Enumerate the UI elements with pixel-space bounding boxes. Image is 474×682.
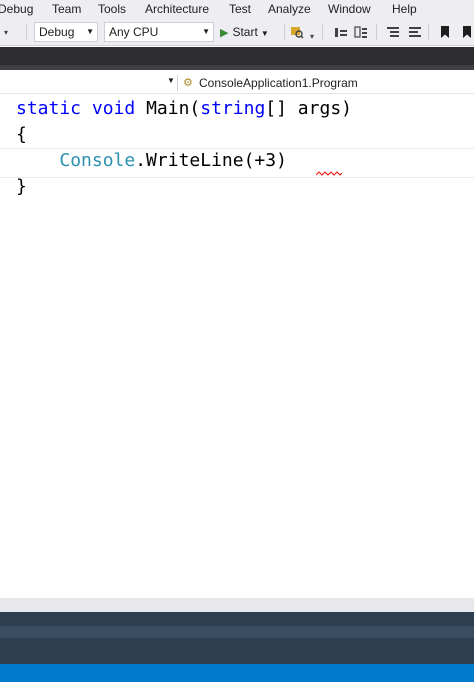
toolbar-separator (284, 24, 285, 40)
document-tab-well (0, 47, 474, 70)
keyword-string: string (200, 98, 266, 119)
chevron-down-icon: ▼ (260, 29, 269, 38)
method-params: [] args) (265, 98, 352, 119)
previous-bookmark-icon[interactable] (460, 25, 474, 39)
navigation-divider (177, 75, 178, 91)
solution-platform-dropdown[interactable]: Any CPU ▼ (104, 22, 214, 42)
project-dropdown-chevron-icon[interactable]: ▼ (167, 76, 175, 85)
menu-bar: Debug Team Tools Architecture Test Analy… (0, 0, 474, 18)
code-line-1: static void Main(string[] args) (16, 97, 352, 121)
horizontal-scrollbar[interactable] (0, 598, 474, 612)
toolbar-overflow-icon[interactable]: ▾ (4, 26, 8, 40)
play-icon: ▶ (220, 27, 229, 39)
menu-team[interactable]: Team (52, 2, 81, 16)
toolbar-separator (26, 24, 27, 40)
standard-toolbar: ▾ Debug ▼ Any CPU ▼ ▶ Start ▼ ▾ (0, 18, 474, 46)
editor-navigation-bar: ▼ ⚙ ConsoleApplication1.Program (0, 72, 474, 94)
code-line-2: { (16, 124, 27, 145)
chevron-down-icon[interactable]: ▾ (310, 30, 314, 44)
keyword-static: static (16, 98, 82, 119)
status-bar (0, 664, 474, 682)
step-into-icon[interactable] (334, 25, 348, 39)
solution-configuration-dropdown[interactable]: Debug ▼ (34, 22, 98, 42)
menu-window[interactable]: Window (328, 2, 371, 16)
document-tab-strip (0, 65, 474, 70)
solution-configuration-value: Debug (39, 25, 75, 39)
toolbar-separator (322, 24, 323, 40)
start-button-label: Start (232, 25, 258, 39)
menu-test[interactable]: Test (229, 2, 251, 16)
chevron-down-icon: ▼ (202, 27, 210, 36)
error-squiggle[interactable] (316, 171, 342, 176)
step-over-icon[interactable] (354, 25, 368, 39)
bottom-panel-tab-strip (0, 626, 474, 638)
toolbar-separator (428, 24, 429, 40)
bookmark-icon[interactable] (438, 25, 452, 39)
bottom-panel (0, 612, 474, 664)
toolbar-separator (376, 24, 377, 40)
menu-tools[interactable]: Tools (98, 2, 126, 16)
find-in-files-icon[interactable] (290, 25, 304, 39)
menu-architecture[interactable]: Architecture (145, 2, 209, 16)
menu-debug[interactable]: Debug (0, 2, 33, 16)
type-dropdown[interactable]: ConsoleApplication1.Program (199, 76, 358, 90)
uncomment-lines-icon[interactable] (408, 25, 422, 39)
menu-analyze[interactable]: Analyze (268, 2, 311, 16)
comment-lines-icon[interactable] (386, 25, 400, 39)
chevron-down-icon: ▼ (86, 27, 94, 36)
start-debugging-button[interactable]: ▶ Start ▼ (220, 22, 280, 42)
solution-platform-value: Any CPU (109, 25, 159, 39)
menu-help[interactable]: Help (392, 2, 417, 16)
class-icon: ⚙ (183, 77, 193, 89)
current-line-highlight (0, 148, 474, 178)
method-signature: Main( (135, 98, 201, 119)
code-line-4: } (16, 176, 27, 197)
keyword-void: void (91, 98, 136, 119)
